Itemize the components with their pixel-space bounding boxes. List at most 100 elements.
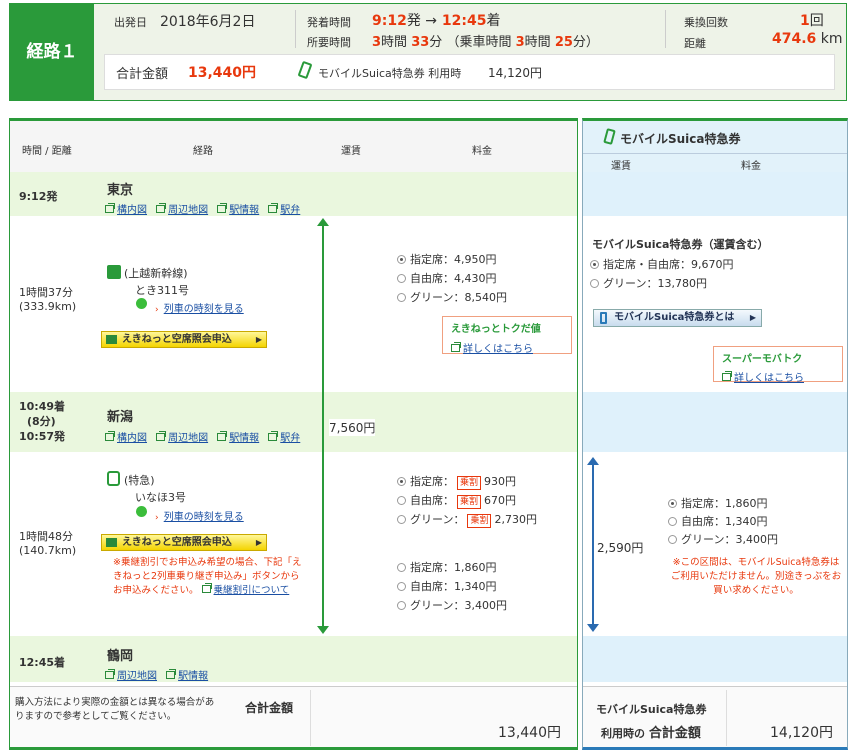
mobile-total-label: モバイルSuica特急券 利用時 [318, 67, 462, 80]
station-name: 新潟 [107, 410, 134, 425]
ekiben-link[interactable]: 駅弁 [280, 205, 300, 216]
timetable-icon [136, 298, 147, 309]
area-map-link[interactable]: 周辺地図 [117, 671, 157, 682]
mobile-option-green[interactable]: グリーン：13,780円 [590, 274, 734, 293]
train-name: いなほ3号 [135, 491, 186, 504]
limited-express-icon [107, 471, 120, 486]
station-map-link[interactable]: 構内図 [117, 205, 147, 216]
discount-option-reserved[interactable]: 指定席： 乗割 930円 [397, 472, 537, 491]
radio-icon [397, 496, 406, 505]
external-link-icon [105, 431, 115, 441]
route-label: 経路１ [10, 4, 94, 100]
external-link-icon [722, 371, 732, 381]
col-fare: 運賃 [341, 146, 361, 157]
station-info-link[interactable]: 駅情報 [229, 433, 259, 444]
fare-span-arrow [322, 222, 324, 632]
transfer-note: ※乗継割引でお申込み希望の場合、下記「えきねっと2列車乗り継ぎ申込み」ボタンから… [113, 557, 302, 596]
radio-icon [668, 517, 677, 526]
seat-option-green[interactable]: グリーン：8,540円 [397, 288, 507, 307]
mobile-promo-link[interactable]: 詳しくはこちら [734, 373, 804, 384]
external-link-icon [451, 342, 461, 352]
timetable-link[interactable]: 列車の時刻を見る [164, 304, 244, 315]
footer-total: 13,440円 [498, 725, 561, 741]
mobile-header: モバイルSuica特急券 [620, 132, 741, 146]
stop-time: 12:45着 [19, 656, 66, 669]
discount-badge: 乗割 [457, 495, 482, 509]
col-charge: 料金 [472, 146, 492, 157]
mobile-promo-title: スーパーモバトク [722, 354, 803, 365]
duration-label: 所要時間 [307, 36, 351, 49]
col-route: 経路 [193, 146, 213, 157]
date-label: 出発日 [114, 16, 147, 29]
timetable-link[interactable]: 列車の時刻を見る [164, 512, 244, 523]
distance-label: 距離 [684, 37, 706, 50]
mobile-option-reserved[interactable]: 指定席・自由席：9,670円 [590, 255, 734, 274]
mobile-option-reserved[interactable]: 指定席：1,860円 [668, 495, 778, 513]
stop-time: 10:49着 (8分) 10:57発 [19, 400, 66, 443]
mobile-option-green[interactable]: グリーン：3,400円 [668, 531, 778, 549]
seat-option-reserved[interactable]: 指定席：4,950円 [397, 250, 507, 269]
discount-badge: 乗割 [457, 476, 482, 490]
area-map-link[interactable]: 周辺地図 [168, 205, 208, 216]
date-value: 2018年6月2日 [160, 14, 256, 30]
promo-link[interactable]: 詳しくはこちら [463, 344, 533, 355]
segment-distance: (140.7km) [19, 544, 77, 557]
station-links: 構内図 周辺地図 駅情報 駅弁 [105, 198, 300, 217]
seat-options: 指定席：1,860円 自由席：1,340円 グリーン：3,400円 [397, 558, 507, 615]
external-link-icon [156, 203, 167, 213]
station-info-link[interactable]: 駅情報 [178, 671, 208, 682]
train-name: とき311号 [135, 284, 189, 297]
shinkansen-icon [107, 265, 121, 279]
segment-distance: (333.9km) [19, 300, 77, 313]
station-map-link[interactable]: 構内図 [117, 433, 147, 444]
mobile-seat-options: 指定席・自由席：9,670円 グリーン：13,780円 [590, 255, 734, 293]
transfer-discount-link[interactable]: 乗継割引について [214, 585, 290, 596]
mobile-option-free[interactable]: 自由席：1,340円 [668, 513, 778, 531]
area-map-link[interactable]: 周辺地図 [168, 433, 208, 444]
seat-option-free[interactable]: 自由席：1,340円 [397, 577, 507, 596]
seat-options: 指定席：4,950円 自由席：4,430円 グリーン：8,540円 [397, 250, 507, 307]
mobile-fare-title: モバイルSuica特急券（運賃含む） [592, 238, 769, 251]
external-link-icon [217, 203, 228, 213]
mobile-unavailable-note: ※この区間は、モバイルSuica特急券はご利用いただけません。別途きっぷをお買い… [670, 557, 842, 596]
ekiben-link[interactable]: 駅弁 [280, 433, 300, 444]
total-label: 合計金額 [116, 67, 169, 82]
mobile-fare-span-arrow [592, 462, 594, 628]
reserve-button[interactable]: えきねっと空席照会申込 [101, 534, 267, 551]
radio-icon [397, 293, 406, 302]
radio-icon [668, 499, 677, 508]
stop-time: 9:12発 [19, 190, 58, 203]
reserve-button[interactable]: えきねっと空席照会申込 [101, 331, 267, 348]
seat-option-green[interactable]: グリーン：3,400円 [397, 596, 507, 615]
line-name: (上越新幹線) [124, 267, 188, 280]
seat-option-reserved[interactable]: 指定席：1,860円 [397, 558, 507, 577]
radio-icon [590, 279, 599, 288]
radio-icon [397, 477, 406, 486]
radio-icon [397, 601, 406, 610]
col-time: 時間 / 距離 [22, 146, 72, 157]
timetable-link-wrap: › 列車の時刻を見る [155, 512, 244, 523]
radio-icon [668, 535, 677, 544]
mobile-info-button[interactable]: モバイルSuica特急券とは ▶ [593, 309, 762, 327]
footer-mobile-total: 14,120円 [770, 725, 833, 741]
dep-arr-label: 発着時間 [307, 16, 351, 29]
line-name: (特急) [124, 474, 155, 487]
radio-icon [397, 255, 406, 264]
fare-total: 7,560円 [329, 419, 376, 436]
station-name: 鶴岡 [107, 649, 134, 664]
footer-mobile-label2: 利用時の 合計金額 [601, 726, 701, 741]
mobile-promo-box: スーパーモバトク 詳しくはこちら [713, 346, 843, 384]
station-links: 構内図 周辺地図 駅情報 駅弁 [105, 426, 300, 445]
duration-value: 3時間 33分 （乗車時間 3時間 25分） [372, 35, 599, 50]
promo-title: えきねっとトクだ値 [451, 324, 541, 335]
external-link-icon [156, 431, 167, 441]
external-link-icon [217, 431, 228, 441]
radio-icon [397, 582, 406, 591]
seat-option-free[interactable]: 自由席：4,430円 [397, 269, 507, 288]
station-info-link[interactable]: 駅情報 [229, 205, 259, 216]
footer-total-label: 合計金額 [245, 701, 294, 715]
discount-option-free[interactable]: 自由席： 乗割 670円 [397, 491, 537, 510]
mobile-phone-icon [600, 312, 607, 324]
radio-icon [397, 563, 406, 572]
discount-option-green[interactable]: グリーン： 乗割 2,730円 [397, 510, 537, 529]
